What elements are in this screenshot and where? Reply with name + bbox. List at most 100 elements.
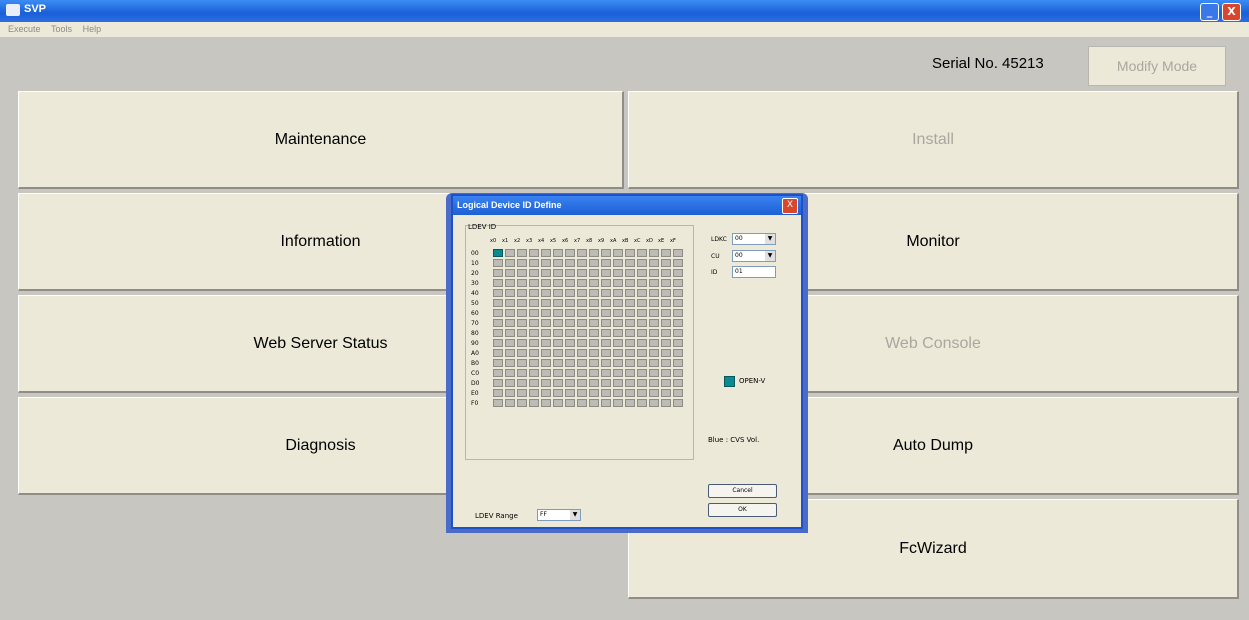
ldev-cell[interactable]	[589, 349, 599, 357]
ldev-cell[interactable]	[541, 359, 551, 367]
ldev-cell[interactable]	[673, 309, 683, 317]
ldev-cell[interactable]	[517, 249, 527, 257]
ldev-cell[interactable]	[541, 349, 551, 357]
ldev-cell[interactable]	[613, 259, 623, 267]
ldev-cell[interactable]	[673, 289, 683, 297]
ldev-cell[interactable]	[553, 309, 563, 317]
ldev-cell[interactable]	[517, 399, 527, 407]
ldev-cell[interactable]	[553, 339, 563, 347]
ldev-cell[interactable]	[517, 339, 527, 347]
ldev-cell[interactable]	[661, 259, 671, 267]
ldev-cell[interactable]	[625, 399, 635, 407]
ldev-cell[interactable]	[529, 249, 539, 257]
ldev-cell[interactable]	[493, 329, 503, 337]
ldev-cell[interactable]	[529, 379, 539, 387]
ldev-cell[interactable]	[553, 379, 563, 387]
ldev-cell[interactable]	[673, 249, 683, 257]
ldev-cell[interactable]	[541, 259, 551, 267]
ldev-cell[interactable]	[625, 269, 635, 277]
ldev-cell[interactable]	[589, 289, 599, 297]
ldev-cell[interactable]	[565, 299, 575, 307]
ldev-cell[interactable]	[649, 349, 659, 357]
ldev-cell[interactable]	[637, 289, 647, 297]
ldev-cell[interactable]	[673, 359, 683, 367]
ldev-cell[interactable]	[661, 339, 671, 347]
ldev-cell[interactable]	[541, 399, 551, 407]
dialog-close-icon[interactable]: X	[782, 198, 798, 214]
ldev-cell[interactable]	[673, 279, 683, 287]
ldev-cell[interactable]	[613, 399, 623, 407]
ldev-cell[interactable]	[529, 259, 539, 267]
ldev-cell[interactable]	[553, 329, 563, 337]
ldev-cell[interactable]	[589, 369, 599, 377]
ldev-cell[interactable]	[589, 269, 599, 277]
ldev-cell[interactable]	[493, 259, 503, 267]
ldev-cell[interactable]	[613, 249, 623, 257]
ldev-cell[interactable]	[529, 289, 539, 297]
ldev-cell[interactable]	[637, 269, 647, 277]
cu-select[interactable]: 00 ▼	[732, 250, 776, 262]
ldev-cell[interactable]	[601, 289, 611, 297]
ldev-cell[interactable]	[649, 279, 659, 287]
ldev-cell[interactable]	[625, 319, 635, 327]
ldev-cell[interactable]	[577, 399, 587, 407]
ldev-cell[interactable]	[541, 309, 551, 317]
ldev-cell[interactable]	[505, 329, 515, 337]
ldev-cell[interactable]	[553, 249, 563, 257]
ldev-cell[interactable]	[565, 259, 575, 267]
ldev-cell[interactable]	[649, 399, 659, 407]
ldev-cell[interactable]	[529, 299, 539, 307]
ldev-cell[interactable]	[529, 329, 539, 337]
ldev-cell[interactable]	[589, 329, 599, 337]
ldev-cell[interactable]	[601, 369, 611, 377]
ldev-cell[interactable]	[661, 389, 671, 397]
ldev-cell[interactable]	[517, 289, 527, 297]
ldev-cell[interactable]	[661, 319, 671, 327]
ldev-cell[interactable]	[649, 389, 659, 397]
ldev-cell[interactable]	[493, 339, 503, 347]
menu-help[interactable]: Help	[83, 22, 102, 37]
ldev-cell[interactable]	[661, 269, 671, 277]
ldev-cell[interactable]	[637, 319, 647, 327]
ldev-cell[interactable]	[541, 379, 551, 387]
ldev-cell[interactable]	[673, 319, 683, 327]
ldev-cell[interactable]	[625, 289, 635, 297]
ldev-cell[interactable]	[637, 299, 647, 307]
ldev-cell[interactable]	[589, 249, 599, 257]
ldev-cell[interactable]	[577, 249, 587, 257]
ldev-cell[interactable]	[517, 389, 527, 397]
ldev-cell[interactable]	[517, 329, 527, 337]
ldev-cell[interactable]	[529, 369, 539, 377]
ldev-cell[interactable]	[553, 369, 563, 377]
ldev-cell[interactable]	[577, 259, 587, 267]
ldev-cell[interactable]	[661, 349, 671, 357]
ldev-cell[interactable]	[553, 259, 563, 267]
ldev-cell[interactable]	[565, 339, 575, 347]
ldev-cell[interactable]	[601, 329, 611, 337]
ldev-cell[interactable]	[601, 259, 611, 267]
ldev-cell[interactable]	[577, 349, 587, 357]
ldev-cell[interactable]	[601, 399, 611, 407]
ldev-cell[interactable]	[517, 369, 527, 377]
ldev-cell[interactable]	[649, 369, 659, 377]
ldev-cell[interactable]	[637, 389, 647, 397]
ldev-cell[interactable]	[661, 369, 671, 377]
ldev-cell[interactable]	[529, 319, 539, 327]
ldev-cell[interactable]	[673, 379, 683, 387]
ldev-cell[interactable]	[577, 299, 587, 307]
ldev-cell[interactable]	[541, 339, 551, 347]
ldev-cell[interactable]	[577, 329, 587, 337]
ldev-cell[interactable]	[637, 349, 647, 357]
ldev-cell[interactable]	[505, 319, 515, 327]
ldev-cell[interactable]	[493, 269, 503, 277]
ldev-cell[interactable]	[613, 289, 623, 297]
ldev-cell[interactable]	[649, 299, 659, 307]
ldev-cell[interactable]	[505, 249, 515, 257]
ldev-cell[interactable]	[517, 349, 527, 357]
ldev-cell[interactable]	[493, 369, 503, 377]
ldev-cell[interactable]	[493, 379, 503, 387]
ldev-cell[interactable]	[505, 339, 515, 347]
ldev-cell[interactable]	[493, 249, 503, 257]
ldev-cell[interactable]	[601, 339, 611, 347]
minimize-button[interactable]: _	[1200, 3, 1219, 21]
